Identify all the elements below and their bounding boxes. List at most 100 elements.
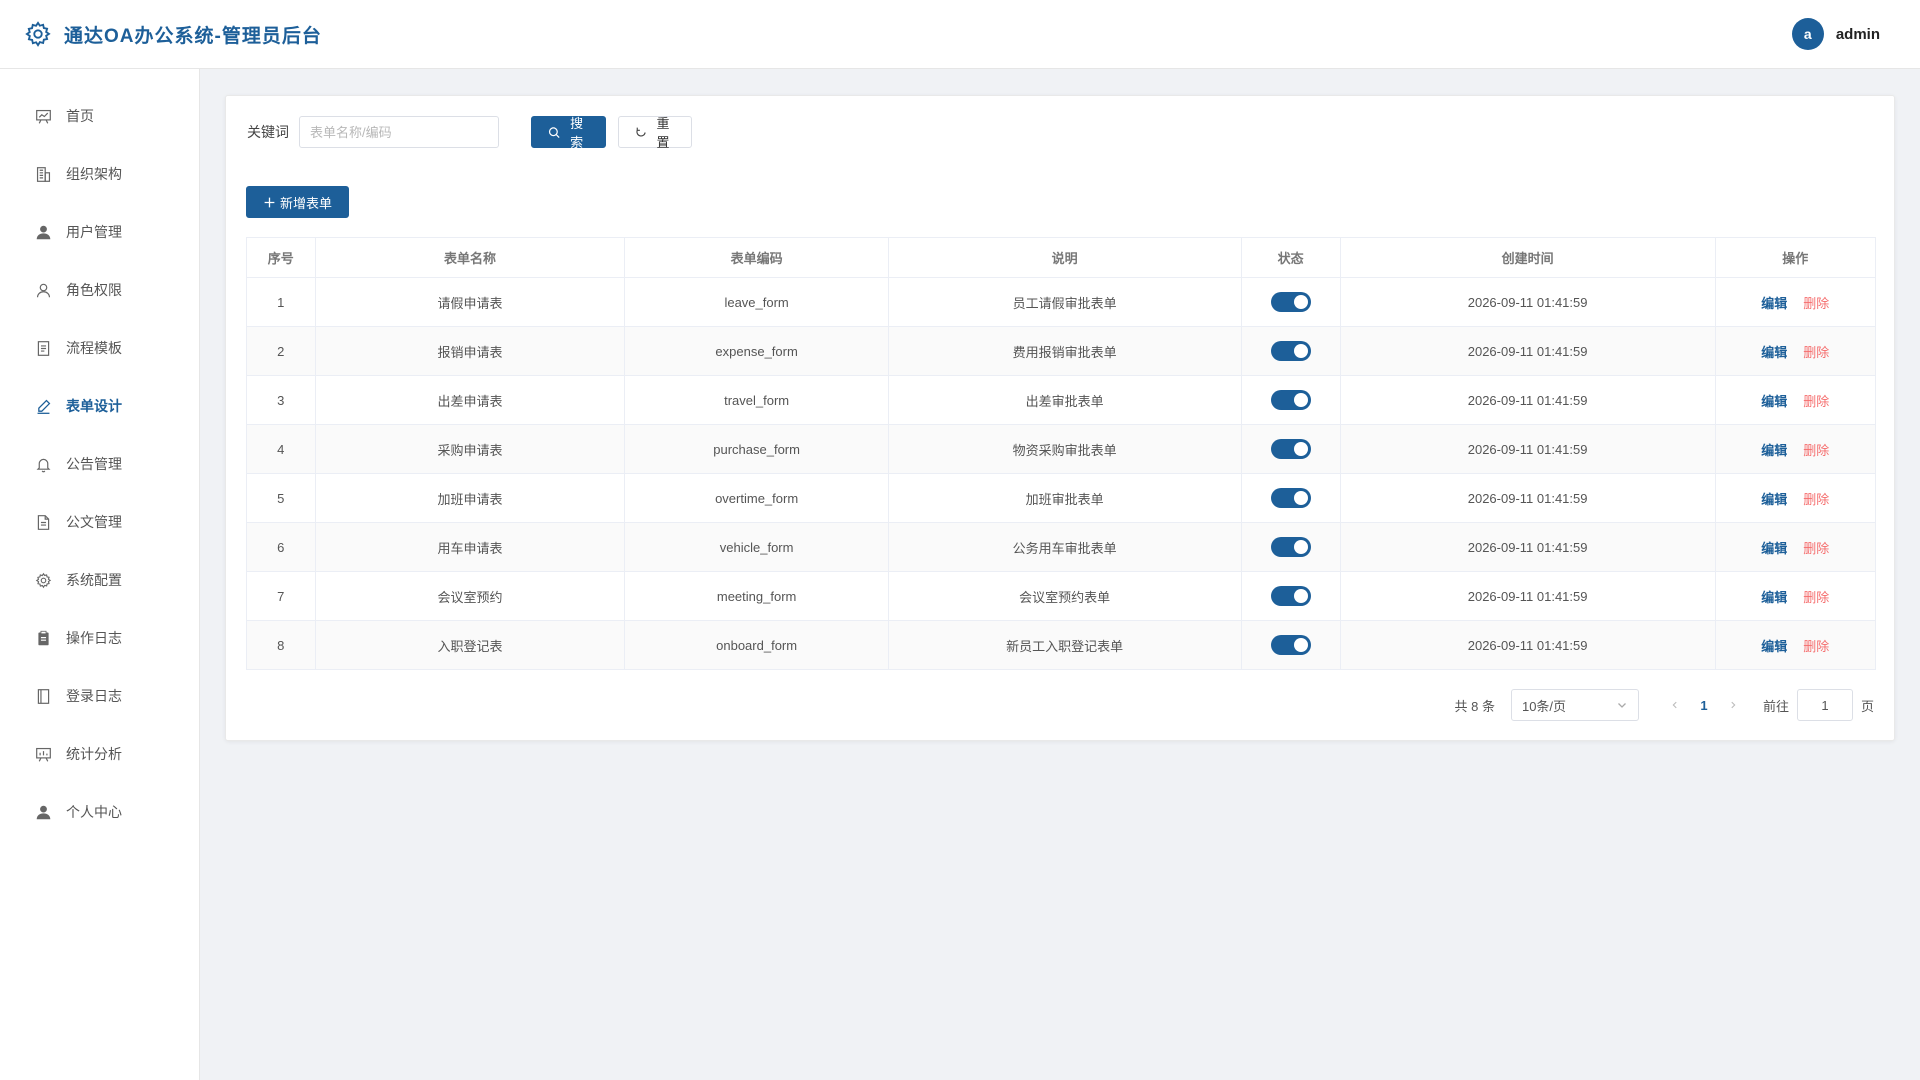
cell-code: purchase_form bbox=[624, 424, 889, 474]
delete-link[interactable]: 删除 bbox=[1803, 443, 1829, 458]
cell-actions: 编辑 删除 bbox=[1714, 522, 1876, 572]
cell-desc: 员工请假审批表单 bbox=[887, 277, 1242, 327]
sidebar-item-label: 流程模板 bbox=[66, 340, 122, 356]
cell-name: 加班申请表 bbox=[314, 473, 626, 523]
page-number-current[interactable]: 1 bbox=[1687, 698, 1721, 713]
status-toggle[interactable] bbox=[1270, 292, 1311, 312]
sidebar-item-config[interactable]: 系统配置 bbox=[0, 551, 199, 609]
column-header: 表单编码 bbox=[624, 237, 889, 278]
sidebar-item-home[interactable]: 首页 bbox=[0, 87, 199, 145]
status-toggle[interactable] bbox=[1270, 537, 1311, 557]
edit-link[interactable]: 编辑 bbox=[1761, 590, 1787, 605]
delete-link[interactable]: 删除 bbox=[1803, 590, 1829, 605]
edit-link[interactable]: 编辑 bbox=[1761, 345, 1787, 360]
cell-name: 入职登记表 bbox=[314, 620, 626, 670]
cell-status bbox=[1240, 473, 1341, 523]
keyword-input[interactable] bbox=[299, 116, 499, 148]
goto-page-input[interactable] bbox=[1796, 689, 1853, 721]
cell-name: 会议室预约 bbox=[314, 571, 626, 621]
reset-button[interactable]: 重置 bbox=[618, 116, 692, 150]
sidebar-item-label: 操作日志 bbox=[66, 630, 122, 646]
avatar[interactable]: a bbox=[1791, 18, 1824, 50]
edit-pen-icon bbox=[34, 397, 52, 415]
add-form-button-label: 新增表单 bbox=[280, 195, 333, 211]
chevron-left-icon bbox=[1672, 701, 1677, 708]
cell-actions: 编辑 删除 bbox=[1714, 326, 1876, 376]
column-header: 状态 bbox=[1240, 237, 1341, 278]
cell-desc: 新员工入职登记表单 bbox=[887, 620, 1242, 670]
next-page-button[interactable] bbox=[1721, 698, 1745, 713]
clipboard-icon bbox=[34, 629, 52, 647]
delete-link[interactable]: 删除 bbox=[1803, 345, 1829, 360]
sidebar-item-login-log[interactable]: 登录日志 bbox=[0, 667, 199, 725]
status-toggle[interactable] bbox=[1270, 390, 1311, 410]
edit-link[interactable]: 编辑 bbox=[1761, 492, 1787, 507]
sidebar-item-org[interactable]: 组织架构 bbox=[0, 145, 199, 203]
file-text-icon bbox=[34, 513, 52, 531]
page-size-select[interactable]: 10条/页 bbox=[1510, 689, 1639, 721]
status-toggle[interactable] bbox=[1270, 635, 1311, 655]
column-header: 表单名称 bbox=[314, 237, 626, 278]
cell-index: 4 bbox=[246, 424, 316, 474]
cell-created: 2026-09-11 01:41:59 bbox=[1339, 571, 1716, 621]
sidebar-item-users[interactable]: 用户管理 bbox=[0, 203, 199, 261]
sidebar-item-profile[interactable]: 个人中心 bbox=[0, 783, 199, 841]
status-toggle[interactable] bbox=[1270, 488, 1311, 508]
username[interactable]: admin bbox=[1836, 26, 1880, 43]
sidebar-item-workflow[interactable]: 流程模板 bbox=[0, 319, 199, 377]
cell-status bbox=[1240, 326, 1341, 376]
pagination: 共 8 条 10条/页 1 前往 页 bbox=[1454, 689, 1874, 721]
cell-actions: 编辑 删除 bbox=[1714, 571, 1876, 621]
total-count: 共 8 条 bbox=[1454, 698, 1495, 714]
delete-link[interactable]: 删除 bbox=[1803, 639, 1829, 654]
search-button-label: 搜索 bbox=[570, 116, 584, 150]
delete-link[interactable]: 删除 bbox=[1803, 492, 1829, 507]
edit-link[interactable]: 编辑 bbox=[1761, 296, 1787, 311]
cell-code: leave_form bbox=[624, 277, 889, 327]
brand: 通达OA办公系统-管理员后台 bbox=[24, 20, 322, 48]
cell-index: 6 bbox=[246, 522, 316, 572]
edit-link[interactable]: 编辑 bbox=[1761, 443, 1787, 458]
cell-desc: 物资采购审批表单 bbox=[887, 424, 1242, 474]
user-filled-icon bbox=[34, 223, 52, 241]
cell-status bbox=[1240, 277, 1341, 327]
edit-link[interactable]: 编辑 bbox=[1761, 394, 1787, 409]
status-toggle[interactable] bbox=[1270, 439, 1311, 459]
cell-name: 报销申请表 bbox=[314, 326, 626, 376]
plus-icon bbox=[264, 197, 275, 207]
refresh-icon bbox=[636, 127, 646, 137]
cell-index: 8 bbox=[246, 620, 316, 670]
sidebar-item-label: 用户管理 bbox=[66, 224, 122, 240]
cell-created: 2026-09-11 01:41:59 bbox=[1339, 277, 1716, 327]
gear-icon bbox=[34, 571, 52, 589]
cell-name: 请假申请表 bbox=[314, 277, 626, 327]
user-menu[interactable]: a admin bbox=[1791, 18, 1880, 50]
sidebar-item-notice[interactable]: 公告管理 bbox=[0, 435, 199, 493]
table-row: 5 加班申请表 overtime_form 加班审批表单 2026-09-11 … bbox=[246, 473, 1876, 523]
edit-link[interactable]: 编辑 bbox=[1761, 639, 1787, 654]
sidebar-item-form-design[interactable]: 表单设计 bbox=[0, 377, 199, 435]
sidebar-item-stats[interactable]: 统计分析 bbox=[0, 725, 199, 783]
sidebar-item-label: 首页 bbox=[66, 108, 94, 124]
delete-link[interactable]: 删除 bbox=[1803, 541, 1829, 556]
sidebar-item-label: 公文管理 bbox=[66, 514, 122, 530]
cell-created: 2026-09-11 01:41:59 bbox=[1339, 375, 1716, 425]
sidebar-item-label: 个人中心 bbox=[66, 804, 122, 820]
cell-code: expense_form bbox=[624, 326, 889, 376]
delete-link[interactable]: 删除 bbox=[1803, 296, 1829, 311]
cell-desc: 公务用车审批表单 bbox=[887, 522, 1242, 572]
sidebar-item-op-log[interactable]: 操作日志 bbox=[0, 609, 199, 667]
prev-page-button[interactable] bbox=[1663, 698, 1687, 713]
cell-code: meeting_form bbox=[624, 571, 889, 621]
add-form-button[interactable]: 新增表单 bbox=[246, 186, 349, 218]
reset-button-label: 重置 bbox=[656, 116, 670, 150]
sidebar-item-roles[interactable]: 角色权限 bbox=[0, 261, 199, 319]
edit-link[interactable]: 编辑 bbox=[1761, 541, 1787, 556]
sidebar-item-docs[interactable]: 公文管理 bbox=[0, 493, 199, 551]
cell-actions: 编辑 删除 bbox=[1714, 375, 1876, 425]
status-toggle[interactable] bbox=[1270, 586, 1311, 606]
delete-link[interactable]: 删除 bbox=[1803, 394, 1829, 409]
status-toggle[interactable] bbox=[1270, 341, 1311, 361]
search-icon bbox=[548, 126, 560, 138]
search-button[interactable]: 搜索 bbox=[531, 116, 606, 150]
